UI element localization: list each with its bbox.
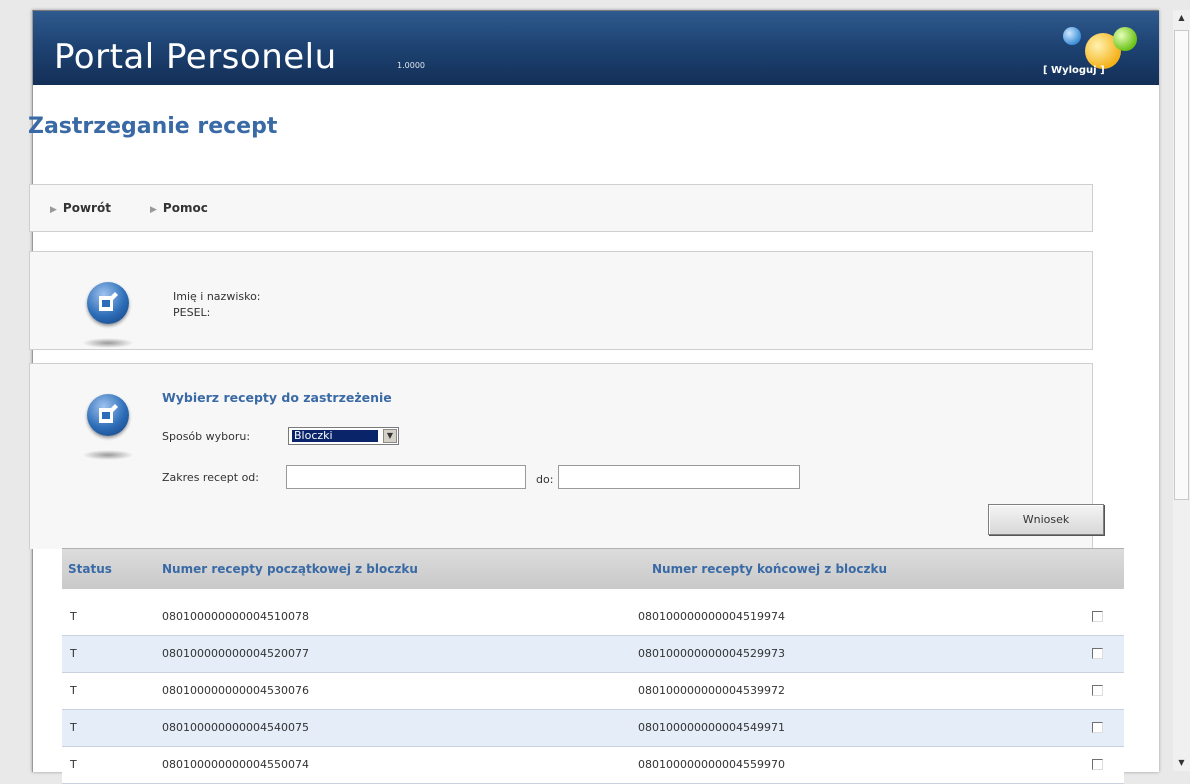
row-checkbox[interactable] — [1092, 685, 1103, 696]
logout-link[interactable]: [ Wyloguj ] — [1043, 65, 1105, 76]
app-title: Portal Personelu — [54, 37, 337, 77]
pesel-label: PESEL: — [173, 306, 211, 319]
range-to-label: do: — [536, 473, 554, 486]
row-end-number: 080100000000004519974 — [638, 610, 785, 623]
row-end-number: 080100000000004549971 — [638, 721, 785, 734]
row-checkbox[interactable] — [1092, 722, 1103, 733]
scroll-down-icon[interactable]: ▼ — [1173, 755, 1190, 771]
selection-title: Wybierz recepty do zastrzeżenie — [162, 390, 392, 405]
table-row: T 080100000000004520077 0801000000000045… — [62, 636, 1124, 673]
nav-back-label: Powrót — [62, 201, 111, 215]
icon-shadow — [82, 450, 134, 460]
row-end-number: 080100000000004559970 — [638, 758, 785, 771]
app-version: 1.0000 — [397, 61, 425, 70]
icon-shadow — [82, 338, 134, 348]
row-start-number: 080100000000004510078 — [162, 610, 309, 623]
row-status: T — [70, 758, 77, 771]
scrollbar-thumb[interactable] — [1174, 30, 1189, 500]
range-from-input[interactable] — [286, 465, 526, 489]
row-status: T — [70, 721, 77, 734]
scroll-up-icon[interactable]: ▲ — [1173, 10, 1190, 26]
row-end-number: 080100000000004529973 — [638, 647, 785, 660]
row-checkbox[interactable] — [1092, 759, 1103, 770]
page-title: Zastrzeganie recept — [28, 114, 278, 139]
name-label: Imię i nazwisko: — [173, 290, 261, 303]
table-row: T 080100000000004510078 0801000000000045… — [62, 599, 1124, 636]
row-start-number: 080100000000004540075 — [162, 721, 309, 734]
mode-select-value: Bloczki — [292, 430, 378, 442]
triangle-right-icon: ▶ — [150, 205, 157, 215]
row-status: T — [70, 684, 77, 697]
submit-request-button[interactable]: Wniosek — [988, 504, 1104, 535]
row-start-number: 080100000000004520077 — [162, 647, 309, 660]
range-to-input[interactable] — [558, 465, 800, 489]
row-checkbox[interactable] — [1092, 648, 1103, 659]
range-from-label: Zakres recept od: — [162, 471, 259, 484]
row-start-number: 080100000000004530076 — [162, 684, 309, 697]
row-status: T — [70, 610, 77, 623]
row-end-number: 080100000000004539972 — [638, 684, 785, 697]
nav-back-link[interactable]: ▶ Powrót — [50, 201, 111, 215]
triangle-right-icon: ▶ — [50, 205, 57, 215]
table-row: T 080100000000004540075 0801000000000045… — [62, 710, 1124, 747]
row-start-number: 080100000000004550074 — [162, 758, 309, 771]
mode-select[interactable]: Bloczki ▼ — [288, 427, 399, 445]
nav-help-link[interactable]: ▶ Pomoc — [150, 201, 208, 215]
table-header: Status Numer recepty początkowej z blocz… — [62, 548, 1124, 589]
column-status: Status — [68, 562, 112, 576]
nav-bar: ▶ Powrót ▶ Pomoc — [29, 184, 1093, 232]
vertical-scrollbar[interactable]: ▲ ▼ — [1173, 10, 1190, 771]
edit-document-icon — [87, 282, 129, 324]
column-start-number: Numer recepty początkowej z bloczku — [162, 562, 418, 576]
mode-label: Sposób wyboru: — [162, 430, 251, 443]
row-checkbox[interactable] — [1092, 611, 1103, 622]
app-header: Portal Personelu 1.0000 [ Wyloguj ] — [33, 11, 1159, 85]
table-row: T 080100000000004530076 0801000000000045… — [62, 673, 1124, 710]
row-status: T — [70, 647, 77, 660]
edit-document-icon — [87, 394, 129, 436]
table-row: T 080100000000004550074 0801000000000045… — [62, 747, 1124, 784]
column-end-number: Numer recepty końcowej z bloczku — [652, 562, 888, 576]
nav-help-label: Pomoc — [162, 201, 208, 215]
chevron-down-icon[interactable]: ▼ — [383, 429, 397, 443]
